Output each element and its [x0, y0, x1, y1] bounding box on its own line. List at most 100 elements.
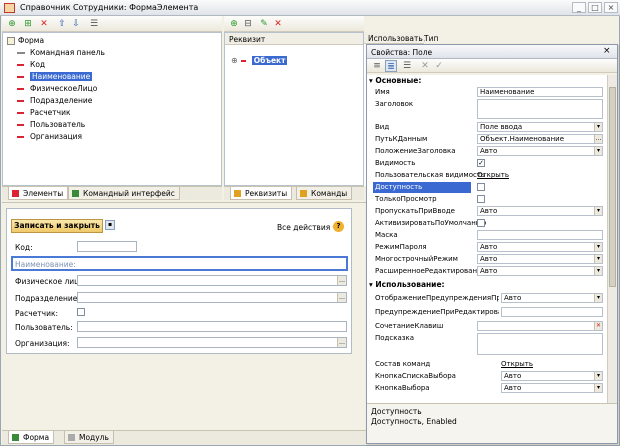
all-actions-menu[interactable]: Все действия ▾: [277, 223, 336, 232]
tree-item-selected[interactable]: Наименование: [17, 71, 93, 83]
dropdown-icon[interactable]: ▾: [594, 123, 602, 131]
edit-warning-display-value: Авто: [504, 294, 522, 302]
tree-item[interactable]: Пользователь: [17, 119, 85, 131]
add-group-icon[interactable]: ⊞: [22, 18, 34, 30]
dropdown-icon[interactable]: ▾: [594, 372, 602, 380]
select-icon[interactable]: …: [337, 293, 346, 302]
module-tab-icon: [68, 434, 75, 441]
move-down-icon[interactable]: ⇩: [70, 18, 82, 30]
name-value-input[interactable]: Наименование: [477, 87, 603, 97]
dropdown-icon[interactable]: ▾: [594, 267, 602, 275]
code-input[interactable]: [77, 241, 137, 252]
calculator-checkbox[interactable]: [77, 308, 85, 316]
tab-form[interactable]: Форма: [8, 431, 55, 444]
save-icon[interactable]: ▪: [105, 220, 115, 230]
tree-root-label: Форма: [18, 36, 45, 45]
field-icon: [17, 112, 24, 114]
move-up-icon[interactable]: ⇧: [56, 18, 68, 30]
attribute-object[interactable]: ⊕ Объект: [231, 55, 288, 67]
caption-input[interactable]: [477, 99, 603, 119]
tab-module[interactable]: Модуль: [64, 431, 114, 444]
department-input[interactable]: …: [77, 292, 347, 303]
close-button[interactable]: ×: [604, 2, 618, 13]
default-activate-checkbox[interactable]: [477, 219, 485, 227]
add-icon[interactable]: ⊕: [6, 18, 18, 30]
enabled-checkbox[interactable]: [477, 183, 485, 191]
tree-item[interactable]: Код: [17, 59, 45, 71]
dropdown-icon[interactable]: ▾: [594, 255, 602, 263]
user-input[interactable]: [77, 321, 347, 332]
delete-attribute-icon[interactable]: ✕: [272, 18, 284, 30]
section-use-label: Использование:: [375, 280, 445, 289]
properties-list-icon[interactable]: ☰: [401, 60, 413, 72]
select-icon[interactable]: …: [337, 338, 346, 347]
skip-on-input-select[interactable]: Авто ▾: [477, 206, 603, 216]
edit-icon[interactable]: ✎: [258, 18, 270, 30]
sort-alpha-icon[interactable]: ≡: [371, 60, 383, 72]
datapath-select[interactable]: Объект.Наименование …: [477, 134, 603, 144]
visible-checkbox[interactable]: ✓: [477, 159, 485, 167]
properties-close-icon[interactable]: ×: [603, 46, 611, 56]
tree-root[interactable]: Форма: [7, 35, 44, 47]
tree-item-label: Расчетчик: [30, 108, 71, 117]
organization-input[interactable]: …: [77, 337, 347, 348]
tree-item[interactable]: Командная панель: [17, 47, 105, 59]
person-input[interactable]: …: [77, 275, 347, 286]
prop-row: Имя Наименование: [367, 87, 615, 99]
tree-item[interactable]: Организация: [17, 131, 82, 143]
multiline-select[interactable]: Авто ▾: [477, 254, 603, 264]
edit-warning-display-select[interactable]: Авто ▾: [501, 293, 603, 303]
sort-category-icon[interactable]: ≣: [385, 60, 397, 72]
clear-shortcut-icon[interactable]: ✕: [594, 322, 602, 330]
section-main[interactable]: ▾ Основные:: [369, 76, 421, 85]
shortcut-input[interactable]: ✕: [477, 321, 603, 331]
dropdown-icon[interactable]: ▾: [594, 207, 602, 215]
prop-row: ПропускатьПриВводе Авто ▾: [367, 206, 615, 218]
tab-requisites[interactable]: Реквизиты: [230, 187, 293, 200]
maximize-button[interactable]: □: [588, 2, 602, 13]
add-attribute-icon[interactable]: ⊕: [228, 18, 240, 30]
title-location-select[interactable]: Авто ▾: [477, 146, 603, 156]
edit-warning-input[interactable]: [501, 307, 603, 317]
list-icon[interactable]: ☰: [88, 18, 100, 30]
clear-icon[interactable]: ✕: [419, 60, 431, 72]
tree-item[interactable]: Подразделение: [17, 95, 92, 107]
kind-select[interactable]: Поле ввода ▾: [477, 122, 603, 132]
tab-command-interface[interactable]: Командный интерфейс: [68, 187, 180, 200]
tree-item[interactable]: ФизическоеЛицо: [17, 83, 97, 95]
expand-icon: ⊕: [231, 56, 238, 65]
delete-icon[interactable]: ✕: [38, 18, 50, 30]
readonly-checkbox[interactable]: [477, 195, 485, 203]
dropdown-icon[interactable]: ▾: [594, 147, 602, 155]
tab-commands[interactable]: Команды: [296, 187, 353, 200]
minimize-button[interactable]: _: [572, 2, 586, 13]
properties-scrollbar[interactable]: [607, 75, 617, 403]
field-icon: [17, 100, 24, 102]
user-visibility-link[interactable]: Открыть: [477, 170, 509, 181]
group-icon[interactable]: ⊟: [242, 18, 254, 30]
select-icon[interactable]: …: [337, 276, 346, 285]
save-and-close-button[interactable]: Записать и закрыть: [11, 219, 103, 233]
dropdown-icon[interactable]: ▾: [594, 243, 602, 251]
select-icon[interactable]: …: [594, 135, 602, 143]
choice-button-select[interactable]: Авто ▾: [501, 383, 603, 393]
tree-item[interactable]: Расчетчик: [17, 107, 71, 119]
list-choice-button-select[interactable]: Авто ▾: [501, 371, 603, 381]
mask-input[interactable]: [477, 230, 603, 240]
extended-edit-select[interactable]: Авто ▾: [477, 266, 603, 276]
scrollbar-thumb[interactable]: [609, 87, 616, 287]
prop-name: РежимПароля: [375, 243, 427, 251]
datapath-value: Объект.Наименование: [480, 135, 565, 143]
dropdown-icon[interactable]: ▾: [594, 384, 602, 392]
prop-row: ТолькоПросмотр: [367, 194, 615, 206]
check-icon[interactable]: ✓: [433, 60, 445, 72]
prop-row: Пользовательская видимость Открыть: [367, 170, 615, 182]
password-mode-select[interactable]: Авто ▾: [477, 242, 603, 252]
prop-name: МногострочныйРежим: [375, 255, 458, 263]
command-set-link[interactable]: Открыть: [501, 359, 533, 370]
help-icon[interactable]: ?: [333, 221, 344, 232]
section-use[interactable]: ▾ Использование:: [369, 280, 445, 289]
tab-elements[interactable]: Элементы: [8, 187, 69, 200]
dropdown-icon[interactable]: ▾: [594, 294, 602, 302]
tooltip-input[interactable]: [477, 333, 603, 355]
